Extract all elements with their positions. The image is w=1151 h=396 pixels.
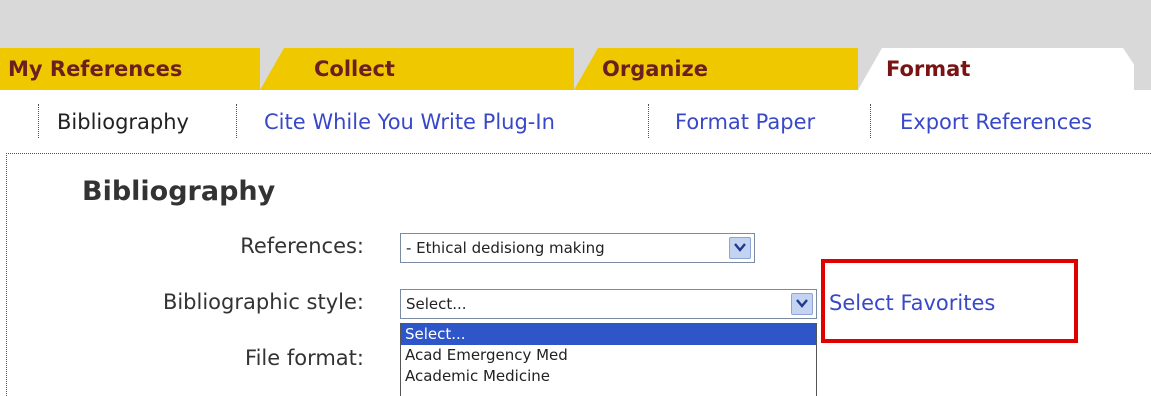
tab-edge — [858, 48, 882, 90]
highlight-box — [821, 259, 1078, 343]
tab-label: Collect — [314, 57, 395, 81]
subnav-bibliography[interactable]: Bibliography — [57, 90, 189, 154]
chevron-down-icon[interactable] — [729, 237, 751, 259]
references-select[interactable]: - Ethical dedisiong making — [400, 233, 755, 263]
tab-strip: My References Collect Organize Format — [0, 48, 1151, 90]
tab-collect[interactable]: Collect — [284, 48, 574, 90]
tab-label: Organize — [602, 57, 709, 81]
tab-my-references[interactable]: My References — [0, 48, 260, 90]
subnav-export-references[interactable]: Export References — [900, 90, 1092, 154]
bibliographic-style-select[interactable]: Select... — [400, 289, 817, 319]
bibliographic-style-value: Select... — [406, 295, 467, 313]
subnav-format-paper[interactable]: Format Paper — [675, 90, 815, 154]
tab-format[interactable]: Format — [882, 48, 1134, 90]
tab-organize[interactable]: Organize — [598, 48, 858, 90]
chevron-down-icon[interactable] — [791, 293, 813, 315]
tab-edge — [1123, 48, 1151, 90]
page-title: Bibliography — [82, 176, 276, 207]
divider — [38, 104, 39, 138]
style-option[interactable]: Acad Emergency Med — [401, 345, 816, 366]
tab-label: My References — [8, 57, 183, 81]
top-band — [0, 0, 1151, 48]
bibliographic-style-label: Bibliographic style: — [162, 290, 364, 314]
divider — [236, 104, 237, 138]
divider — [870, 104, 871, 138]
tab-edge — [574, 48, 598, 90]
style-dropdown-list[interactable]: Select... Acad Emergency Med Academic Me… — [400, 323, 817, 396]
references-value: - Ethical dedisiong making — [406, 239, 605, 257]
divider — [648, 104, 649, 138]
divider — [6, 153, 7, 396]
style-option[interactable]: Academic Medicine — [401, 366, 816, 387]
tab-edge — [260, 48, 284, 90]
subnav: Bibliography Cite While You Write Plug-I… — [0, 90, 1151, 154]
divider — [6, 153, 1151, 154]
file-format-label: File format: — [245, 346, 364, 370]
tab-label: Format — [886, 57, 971, 81]
references-label: References: — [240, 234, 364, 258]
style-option[interactable]: Select... — [401, 324, 816, 345]
subnav-cite-while-you-write[interactable]: Cite While You Write Plug-In — [264, 90, 555, 154]
